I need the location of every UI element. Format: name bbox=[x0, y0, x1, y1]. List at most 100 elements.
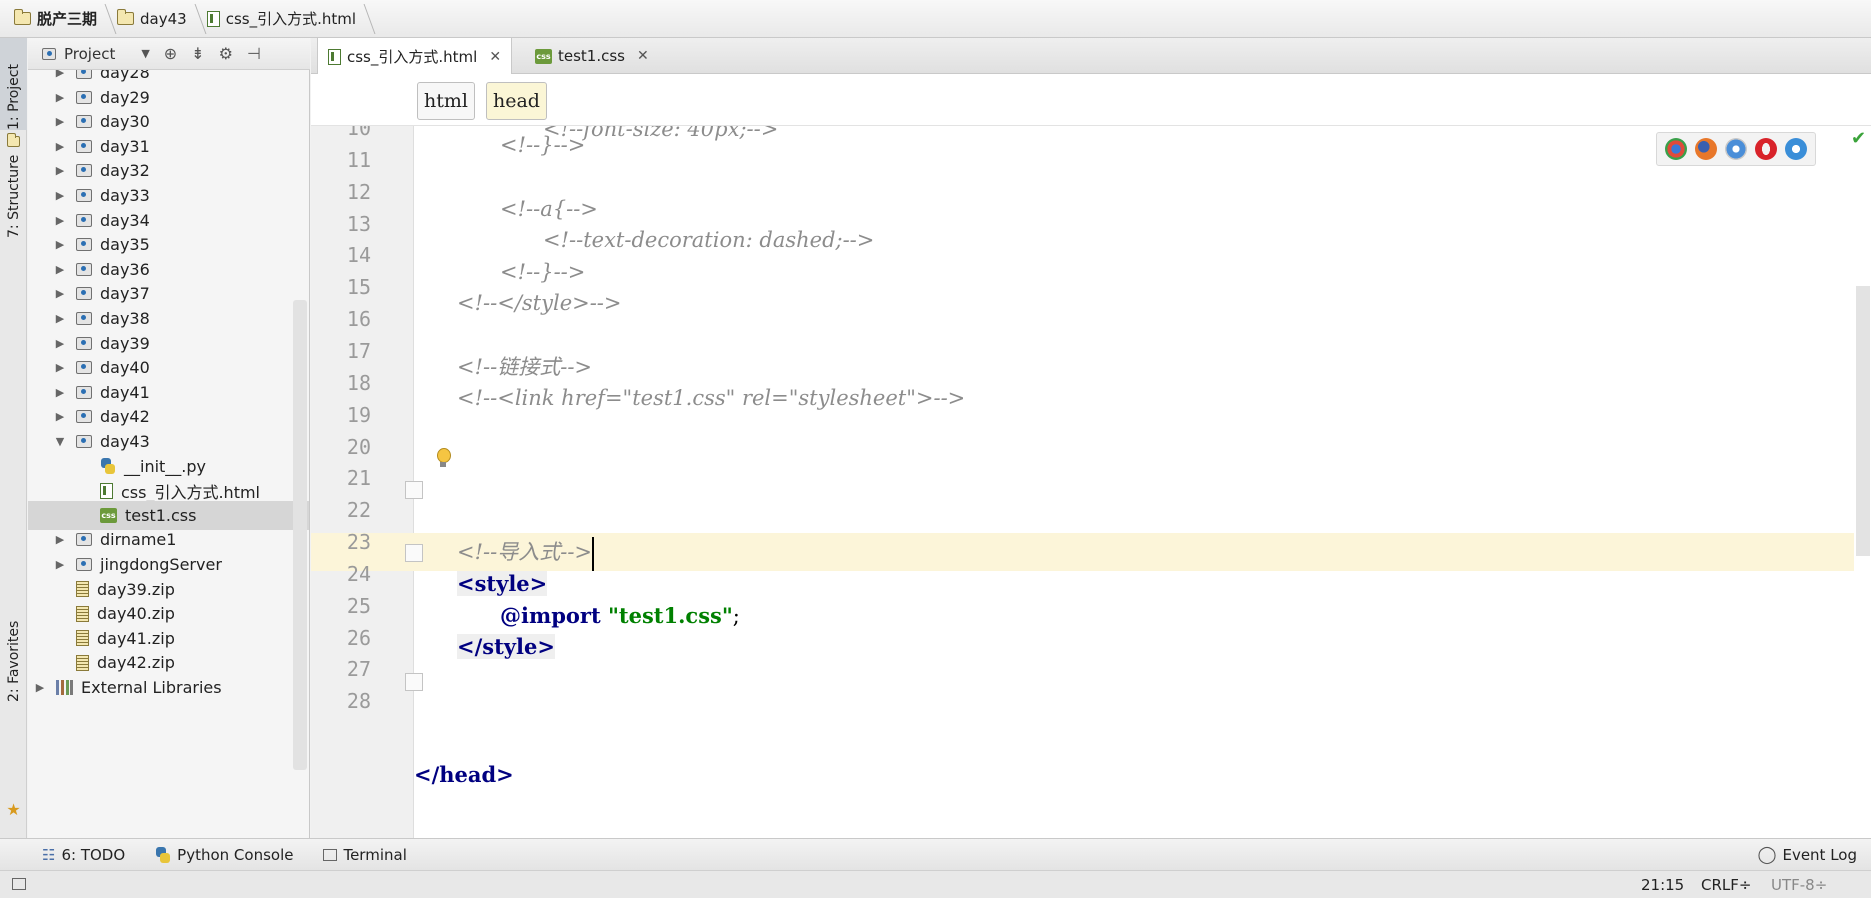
comment: <!--链接式--> bbox=[457, 355, 593, 379]
chevron-right-icon[interactable]: ▶ bbox=[52, 287, 68, 300]
chevron-right-icon[interactable]: ▶ bbox=[52, 91, 68, 104]
editor-scrollbar[interactable] bbox=[1856, 286, 1870, 556]
fold-marker-icon[interactable] bbox=[405, 544, 423, 562]
ie-icon[interactable] bbox=[1785, 138, 1807, 160]
breadcrumb-project[interactable]: 脱产三期 bbox=[8, 0, 111, 38]
chevron-right-icon[interactable]: ▶ bbox=[52, 214, 68, 227]
collapse-all-icon[interactable]: ⇟ bbox=[191, 44, 204, 63]
head-close-tag: </head> bbox=[414, 762, 514, 787]
tree-item-label: test1.css bbox=[125, 505, 197, 525]
file-encoding[interactable]: UTF-8÷ bbox=[1771, 876, 1827, 894]
todo-tool-button[interactable]: ☷ 6: TODO bbox=[42, 846, 125, 864]
tag-breadcrumb-bar: html head bbox=[311, 74, 1871, 126]
chevron-right-icon[interactable]: ▶ bbox=[32, 681, 48, 694]
tree-item-label: day37 bbox=[100, 284, 150, 304]
chevron-right-icon[interactable]: ▶ bbox=[52, 361, 68, 374]
tab-label: test1.css bbox=[558, 47, 625, 65]
chevron-right-icon[interactable]: ▶ bbox=[52, 558, 68, 571]
event-log-button[interactable]: ◯ Event Log bbox=[1757, 839, 1857, 871]
chevron-right-icon[interactable]: ▶ bbox=[52, 189, 68, 202]
line-separator[interactable]: CRLF÷ bbox=[1701, 876, 1751, 894]
tree-item-label: day41 bbox=[100, 382, 150, 402]
tab-test1-css[interactable]: css test1.css ✕ bbox=[525, 38, 659, 74]
browser-preview-bar bbox=[1656, 132, 1816, 166]
line-number: 15 bbox=[346, 275, 371, 300]
chevron-right-icon[interactable]: ▶ bbox=[52, 337, 68, 350]
code-line-24: </style> bbox=[414, 628, 1854, 666]
code-editor[interactable]: 10 11 12 13 14 15 16 17 18 19 20 21 22 23 24 25 26 27 28 <… bbox=[311, 126, 1871, 838]
chevron-right-icon[interactable]: ▶ bbox=[52, 386, 68, 399]
fold-marker-icon[interactable] bbox=[405, 673, 423, 691]
project-scrollbar[interactable] bbox=[293, 300, 307, 770]
tree-item-label: day39 bbox=[100, 333, 150, 353]
comment: <!--<link href="test1.css" rel="styleshe… bbox=[457, 386, 966, 410]
bottom-tool-bar: ☷ 6: TODO Python Console Terminal ◯ Even… bbox=[0, 838, 1871, 870]
python-console-tool-button[interactable]: Python Console bbox=[155, 846, 293, 864]
crosshair-icon[interactable]: ⊕ bbox=[164, 44, 177, 63]
chrome-icon[interactable] bbox=[1665, 138, 1687, 160]
library-icon bbox=[56, 680, 73, 695]
chevron-right-icon[interactable]: ▶ bbox=[52, 115, 68, 128]
chevron-right-icon[interactable]: ▶ bbox=[52, 238, 68, 251]
line-number: 26 bbox=[346, 625, 371, 650]
chevron-right-icon[interactable]: ▶ bbox=[52, 312, 68, 325]
css-file-icon: css bbox=[100, 507, 117, 523]
line-number: 20 bbox=[346, 434, 371, 459]
close-icon[interactable]: ✕ bbox=[489, 49, 501, 65]
chevron-down-icon[interactable]: ▼ bbox=[141, 47, 149, 60]
chevron-down-icon[interactable]: ▼ bbox=[52, 435, 68, 448]
chevron-right-icon[interactable]: ▶ bbox=[52, 410, 68, 423]
tag-html[interactable]: html bbox=[417, 82, 475, 120]
comment: <!--}--> bbox=[500, 133, 586, 157]
terminal-tool-button[interactable]: Terminal bbox=[323, 846, 407, 864]
module-folder-icon bbox=[76, 115, 92, 129]
module-folder-icon bbox=[76, 336, 92, 350]
tree-item-label: day38 bbox=[100, 309, 150, 328]
module-folder-icon bbox=[76, 410, 92, 424]
import-keyword: @import bbox=[500, 603, 608, 628]
firefox-icon[interactable] bbox=[1695, 138, 1717, 160]
html-file-icon bbox=[206, 10, 220, 27]
safari-icon[interactable] bbox=[1725, 138, 1747, 160]
tag-head[interactable]: head bbox=[486, 82, 547, 120]
breadcrumb-file[interactable]: css_引入方式.html bbox=[201, 0, 370, 38]
tab-project-label: 1: Project bbox=[5, 64, 22, 130]
event-log-icon: ◯ bbox=[1757, 845, 1777, 865]
todo-icon: ☷ bbox=[42, 845, 56, 864]
opera-icon[interactable] bbox=[1755, 138, 1777, 160]
tab-favorites[interactable]: 2: Favorites bbox=[0, 590, 27, 702]
caret-position[interactable]: 21:15 bbox=[1641, 876, 1684, 894]
lightbulb-icon[interactable] bbox=[435, 448, 451, 470]
module-folder-icon bbox=[76, 287, 92, 301]
project-view-select[interactable]: Project bbox=[64, 45, 115, 63]
tree-item-label: day39.zip bbox=[97, 579, 175, 599]
tab-css-import-html[interactable]: css_引入方式.html ✕ bbox=[317, 38, 513, 75]
tab-structure[interactable]: 7: Structure bbox=[0, 142, 27, 238]
tree-item-label: day34 bbox=[100, 210, 150, 230]
status-bar: 21:15 CRLF÷ UTF-8÷ bbox=[0, 870, 1871, 898]
chevron-right-icon[interactable]: ▶ bbox=[52, 263, 68, 276]
html-file-icon bbox=[328, 48, 341, 65]
chevron-right-icon[interactable]: ▶ bbox=[52, 140, 68, 153]
tab-project[interactable]: 1: Project bbox=[0, 38, 27, 130]
fold-marker-icon[interactable] bbox=[405, 481, 423, 499]
tree-item-label: day28 bbox=[100, 70, 150, 82]
tree-item-label: day30 bbox=[100, 112, 150, 132]
toggle-tool-windows-icon[interactable] bbox=[12, 878, 26, 890]
chevron-right-icon[interactable]: ▶ bbox=[52, 70, 68, 79]
breadcrumb-day43[interactable]: day43 bbox=[111, 0, 201, 38]
module-folder-icon bbox=[76, 385, 92, 399]
tree-item[interactable]: ▶ External Libraries bbox=[28, 673, 309, 702]
chevron-right-icon[interactable]: ▶ bbox=[52, 533, 68, 546]
chevron-right-icon[interactable]: ▶ bbox=[52, 164, 68, 177]
semicolon: ; bbox=[732, 604, 740, 628]
module-folder-icon bbox=[76, 70, 92, 79]
style-close-tag: </style> bbox=[457, 634, 555, 659]
tree-item-label: day33 bbox=[100, 186, 150, 205]
pin-icon[interactable]: ⊣ bbox=[247, 44, 261, 63]
tree-item-label: day41.zip bbox=[97, 628, 175, 648]
gear-icon[interactable]: ⚙ bbox=[219, 44, 233, 63]
close-icon[interactable]: ✕ bbox=[637, 48, 649, 64]
tree-item-label: day36 bbox=[100, 259, 150, 279]
tree-item-label: day40.zip bbox=[97, 604, 175, 624]
